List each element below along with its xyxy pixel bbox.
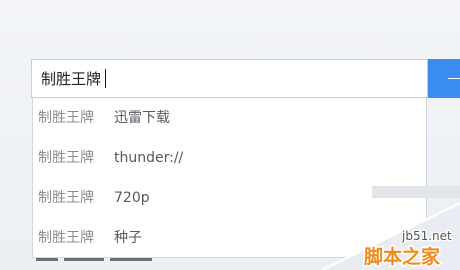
search-button[interactable] (428, 59, 460, 98)
suggestion-extra: 720p (114, 190, 150, 206)
text-caret (105, 69, 107, 88)
suggestion-item[interactable]: 制胜王牌 迅雷下载 (33, 98, 426, 138)
suggestion-query: 制胜王牌 (38, 110, 94, 126)
suggestion-item[interactable]: 制胜王牌 720p (33, 178, 426, 218)
suggestion-item[interactable]: 制胜王牌 thunder:// (33, 138, 426, 178)
obscured-glyph (36, 258, 58, 261)
suggestion-extra: 种子 (114, 230, 142, 246)
suggestion-query: 制胜王牌 (38, 230, 94, 246)
obscured-glyph (64, 258, 104, 261)
obscured-glyph (110, 258, 152, 261)
obscured-text-line (36, 257, 156, 270)
search-icon (448, 78, 460, 79)
suggestion-item[interactable]: 制胜王牌 种子 (33, 218, 426, 258)
suggestion-extra: thunder:// (114, 150, 184, 166)
search-input-value: 制胜王牌 (41, 69, 107, 89)
background-panel-strip (372, 186, 460, 198)
suggestion-query: 制胜王牌 (38, 150, 94, 166)
suggestion-query: 制胜王牌 (38, 190, 94, 206)
suggestion-dropdown: 制胜王牌 迅雷下载 制胜王牌 thunder:// 制胜王牌 720p 制胜王牌… (32, 98, 427, 258)
suggestion-extra: 迅雷下载 (114, 110, 170, 126)
search-input[interactable]: 制胜王牌 (31, 59, 428, 98)
